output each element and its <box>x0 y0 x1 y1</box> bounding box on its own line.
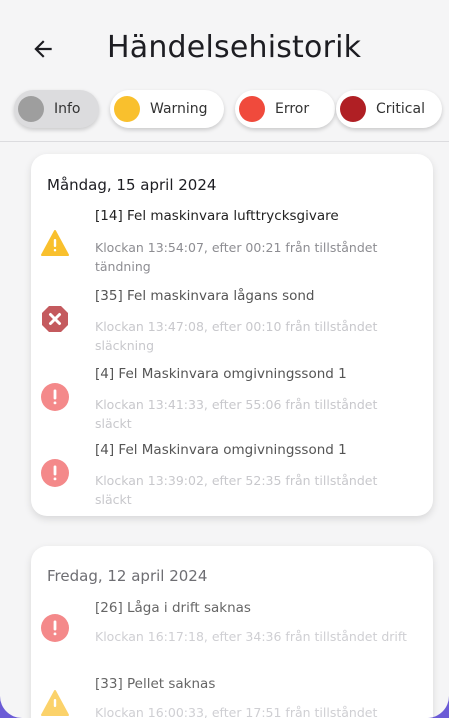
warning-color-dot <box>114 96 140 122</box>
event-detail: Klockan 16:00:33, efter 17:51 från tills… <box>95 705 378 718</box>
error-icon <box>41 459 69 487</box>
day-card: Måndag, 15 april 2024 [14] Fel maskinvar… <box>31 154 433 516</box>
event-detail: Klockan 13:39:02, efter 52:35 från tills… <box>95 473 378 507</box>
filter-chip-label: Warning <box>150 101 208 117</box>
severity-filter-bar: Info Warning Error Critical <box>14 90 444 130</box>
warning-icon <box>41 690 69 716</box>
event-detail: Klockan 13:47:08, efter 00:10 från tills… <box>95 319 378 353</box>
event-title: [26] Låga i drift saknas <box>95 600 251 616</box>
event-title: [4] Fel Maskinvara omgivningssond 1 <box>95 366 347 382</box>
event-entry[interactable]: [14] Fel maskinvara lufttrycksgivare Klo… <box>31 206 433 278</box>
event-entry[interactable]: [33] Pellet saknas Klockan 16:00:33, eft… <box>31 676 433 718</box>
filter-chip-critical[interactable]: Critical <box>336 90 442 128</box>
back-arrow-icon[interactable] <box>30 36 56 62</box>
event-title: [35] Fel maskinvara lågans sond <box>95 288 315 304</box>
critical-icon <box>42 306 68 332</box>
event-entry[interactable]: [26] Låga i drift saknas Klockan 16:17:1… <box>31 598 433 670</box>
warning-icon <box>41 230 69 256</box>
filter-chip-label: Info <box>54 101 81 117</box>
event-title: [14] Fel maskinvara lufttrycksgivare <box>95 208 339 224</box>
error-icon <box>41 383 69 411</box>
event-title: [33] Pellet saknas <box>95 676 216 692</box>
critical-color-dot <box>340 96 366 122</box>
event-entry[interactable]: [4] Fel Maskinvara omgivningssond 1 Kloc… <box>31 440 433 512</box>
event-entry[interactable]: [35] Fel maskinvara lågans sond Klockan … <box>31 286 433 358</box>
day-card: Fredag, 12 april 2024 [26] Låga i drift … <box>31 546 433 718</box>
event-entry[interactable]: [4] Fel Maskinvara omgivningssond 1 Kloc… <box>31 364 433 436</box>
filter-chip-info[interactable]: Info <box>14 90 99 128</box>
event-detail: Klockan 16:17:18, efter 34:36 från tills… <box>95 629 407 644</box>
filter-chip-error[interactable]: Error <box>235 90 335 128</box>
info-color-dot <box>18 96 44 122</box>
event-title: [4] Fel Maskinvara omgivningssond 1 <box>95 442 347 458</box>
filter-divider <box>0 141 449 142</box>
filter-chip-label: Critical <box>376 101 425 117</box>
event-detail: Klockan 13:54:07, efter 00:21 från tills… <box>95 240 378 274</box>
filter-chip-label: Error <box>275 101 310 117</box>
app-bar: Händelsehistorik <box>0 0 449 92</box>
day-date: Måndag, 15 april 2024 <box>47 176 217 194</box>
app-screen: Händelsehistorik Info Warning Error Crit… <box>0 0 449 718</box>
event-detail: Klockan 13:41:33, efter 55:06 från tills… <box>95 397 378 431</box>
page-title: Händelsehistorik <box>107 30 362 65</box>
error-color-dot <box>239 96 265 122</box>
day-date: Fredag, 12 april 2024 <box>47 567 208 585</box>
error-icon <box>41 614 69 642</box>
filter-chip-warning[interactable]: Warning <box>110 90 224 128</box>
